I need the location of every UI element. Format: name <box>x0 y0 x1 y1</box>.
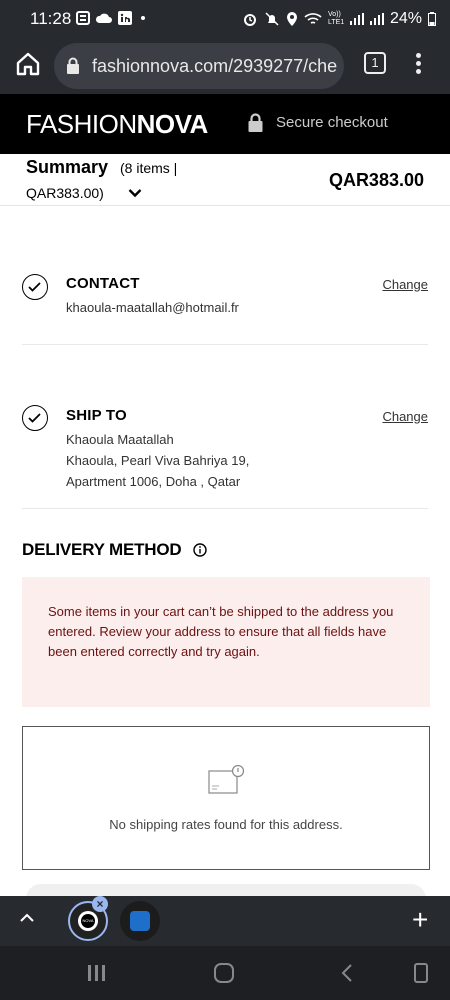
browser-tab-strip: NOVA × + <box>0 896 450 946</box>
change-address-link[interactable]: Change <box>382 409 428 424</box>
summary-title: Summary <box>26 157 109 177</box>
news-icon <box>76 11 90 25</box>
secure-checkout: Secure checkout <box>248 113 388 132</box>
check-circle-icon <box>22 274 48 300</box>
summary-total: QAR383.00 <box>328 170 424 190</box>
ship-to-address-line1: Khaoula, Pearl Viva Bahriya 19, <box>66 453 250 468</box>
fashionnova-logo[interactable]: FASHIONNOVA <box>26 109 208 140</box>
padlock-icon <box>248 113 263 132</box>
url-text: fashionnova.com/2939277/che <box>92 56 338 76</box>
ship-to-name: Khaoula Maatallah <box>66 432 174 447</box>
chevron-up-icon[interactable] <box>18 912 36 924</box>
mute-icon <box>265 12 279 26</box>
keyboard-icon[interactable] <box>414 963 428 983</box>
delivery-method-heading: DELIVERY METHOD <box>22 540 208 560</box>
summary-items-total: QAR383.00) <box>26 185 104 201</box>
linkedin-icon <box>118 11 132 25</box>
ship-to-address-line2: Apartment 1006, Doha , Qatar <box>66 474 241 489</box>
network-label: Vo)) LTE1 <box>327 11 345 26</box>
close-tab-icon[interactable]: × <box>92 896 108 912</box>
check-circle-icon <box>22 405 48 431</box>
tab-switcher-button[interactable]: 1 <box>364 52 386 74</box>
signal-icon <box>349 13 364 25</box>
envelope-alert-icon <box>208 765 245 794</box>
address-bar[interactable]: fashionnova.com/2939277/che <box>54 43 344 89</box>
contact-email: khaoula-maatallah@hotmail.fr <box>66 300 239 315</box>
shipping-rates-box: No shipping rates found for this address… <box>22 726 430 870</box>
signal-2-icon <box>369 13 384 25</box>
chevron-down-icon[interactable] <box>128 188 142 198</box>
status-bar: 11:28 Vo)) LTE1 24% <box>0 0 450 38</box>
recent-apps-icon[interactable] <box>88 965 105 981</box>
contact-title: CONTACT <box>66 275 140 292</box>
logo-bold: NOVA <box>136 109 209 139</box>
notification-icons <box>76 11 145 25</box>
order-summary-toggle[interactable]: Summary (8 items | QAR383.00) QAR383.00 <box>0 154 450 206</box>
back-icon[interactable] <box>340 963 354 983</box>
tab-outlook[interactable] <box>120 901 160 941</box>
site-header: FASHIONNOVA Secure checkout <box>0 94 450 154</box>
summary-items: (8 items | <box>120 160 178 176</box>
info-icon[interactable] <box>193 543 208 557</box>
contact-section: CONTACT Change khaoula-maatallah@hotmail… <box>22 206 428 345</box>
cloud-icon <box>95 13 112 23</box>
battery-icon <box>428 12 436 26</box>
home-button-icon[interactable] <box>214 963 234 983</box>
tab-favicon-label: NOVA <box>81 914 95 928</box>
home-icon[interactable] <box>14 50 42 78</box>
wifi-icon <box>304 13 322 24</box>
shipping-error-alert: Some items in your cart can’t be shipped… <box>22 577 430 707</box>
system-icons: Vo)) LTE1 24% <box>242 10 436 28</box>
delivery-method-title: DELIVERY METHOD <box>22 540 182 559</box>
ship-to-section: SHIP TO Change Khaoula Maatallah Khaoula… <box>22 345 428 509</box>
alarm-icon <box>243 14 256 26</box>
dot-icon <box>141 16 145 20</box>
browser-toolbar: fashionnova.com/2939277/che 1 <box>0 38 450 94</box>
location-icon <box>286 12 297 26</box>
secure-label: Secure checkout <box>276 114 388 131</box>
status-time: 11:28 <box>30 9 72 28</box>
outlook-icon <box>130 911 150 931</box>
change-contact-link[interactable]: Change <box>382 277 428 292</box>
battery-text: 24% <box>389 10 422 27</box>
ship-to-title: SHIP TO <box>66 407 127 424</box>
new-tab-icon[interactable]: + <box>412 906 428 934</box>
no-shipping-rates-text: No shipping rates found for this address… <box>109 817 343 832</box>
lock-icon <box>67 57 79 74</box>
android-nav-bar <box>0 946 450 1000</box>
logo-light: FASHION <box>26 109 137 139</box>
browser-menu-icon[interactable] <box>410 50 426 78</box>
